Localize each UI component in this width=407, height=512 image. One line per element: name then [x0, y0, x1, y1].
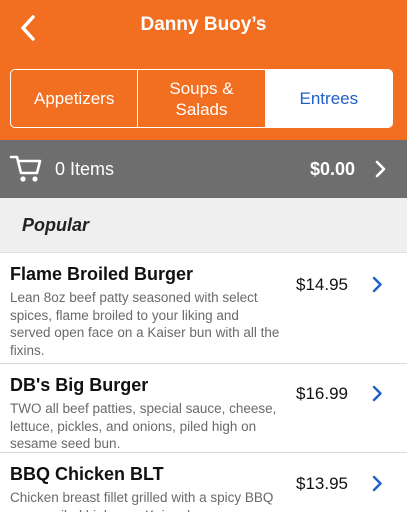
chevron-right-icon — [372, 475, 382, 492]
item-name: Flame Broiled Burger — [10, 264, 194, 284]
chevron-right-icon — [372, 385, 382, 402]
cart-icon — [9, 155, 42, 182]
cart-total: $0.00 — [309, 159, 355, 179]
item-name: BBQ Chicken BLT — [10, 464, 164, 484]
item-description: Lean 8oz beef patty seasoned with select… — [10, 290, 280, 358]
tab-label: Appetizers — [34, 89, 115, 108]
item-description: TWO all beef patties, special sauce, che… — [10, 401, 277, 451]
cart-item-count: 0 Items — [55, 159, 115, 179]
menu-item[interactable]: Flame Broiled Burger Lean 8oz beef patty… — [0, 253, 407, 364]
cart-bar[interactable]: 0 Items $0.00 — [0, 140, 407, 198]
item-description: Chicken breast fillet grilled with a spi… — [10, 490, 274, 512]
item-price: $13.95 — [296, 474, 348, 493]
chevron-right-icon — [375, 160, 386, 178]
tab-label: Soups & Salads — [169, 78, 234, 119]
tab-label: Entrees — [299, 89, 359, 108]
page-title: Danny Buoy’s — [140, 14, 267, 35]
chevron-right-icon — [372, 276, 382, 293]
item-price: $14.95 — [296, 275, 348, 294]
item-price: $16.99 — [296, 384, 348, 403]
tab-soups-salads[interactable]: Soups & Salads — [138, 70, 266, 127]
tab-entrees[interactable]: Entrees — [265, 70, 392, 127]
app-header: Danny Buoy’s Appetizers Soups & Salads E… — [0, 0, 407, 140]
menu-item[interactable]: BBQ Chicken BLT Chicken breast fillet gr… — [0, 453, 407, 512]
item-name: DB's Big Burger — [10, 375, 149, 395]
category-tabs: Appetizers Soups & Salads Entrees — [10, 69, 393, 128]
menu-item[interactable]: DB's Big Burger TWO all beef patties, sp… — [0, 364, 407, 453]
section-label: Popular — [22, 215, 90, 235]
tab-appetizers[interactable]: Appetizers — [11, 70, 139, 127]
section-header: Popular — [0, 198, 407, 253]
